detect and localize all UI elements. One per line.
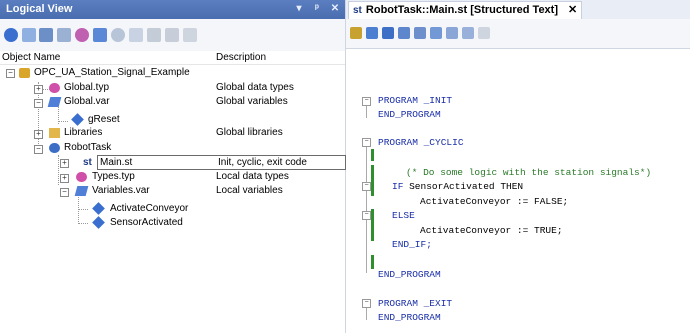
- logical-view-title: Logical View: [6, 3, 73, 15]
- code-line: END_IF;: [392, 239, 432, 250]
- pencil-icon[interactable]: [366, 27, 378, 39]
- tree-desc: Global variables: [216, 96, 288, 107]
- tree-item-global-typ[interactable]: Global.typ: [64, 82, 109, 94]
- tree-desc: Global data types: [216, 82, 294, 93]
- list-icon[interactable]: [57, 28, 71, 42]
- tree-desc: Local variables: [216, 185, 283, 196]
- variable-icon[interactable]: [93, 28, 107, 42]
- editor-info-bar: [346, 48, 690, 70]
- code-line: PROGRAM _EXIT: [378, 298, 453, 309]
- uncomment-icon[interactable]: [430, 27, 442, 39]
- globe-icon[interactable]: [4, 28, 18, 42]
- expand-toggle[interactable]: +: [60, 174, 69, 183]
- st-file-icon: st: [353, 5, 362, 16]
- code-line: END_PROGRAM: [378, 312, 441, 323]
- code-line: PROGRAM _CYCLIC: [378, 137, 464, 148]
- abc-icon[interactable]: [382, 27, 394, 39]
- tools-icon[interactable]: [183, 28, 197, 42]
- close-icon[interactable]: ✕: [329, 2, 341, 15]
- tree-item-activateconveyor[interactable]: ActivateConveyor: [110, 203, 188, 215]
- task-icon: [49, 143, 60, 153]
- expand-toggle[interactable]: +: [34, 130, 43, 139]
- object-icon[interactable]: [111, 28, 125, 42]
- code-line: ActivateConveyor := TRUE;: [420, 225, 563, 236]
- tree-item-global-var[interactable]: Global.var: [64, 96, 110, 108]
- table-icon[interactable]: [39, 28, 53, 42]
- collapse-toggle[interactable]: −: [34, 145, 43, 154]
- change-marker: [371, 209, 374, 241]
- indent-icon[interactable]: [446, 27, 458, 39]
- fold-toggle[interactable]: −: [362, 138, 371, 147]
- tree-desc: Init, cyclic, exit code: [218, 157, 307, 168]
- variable-icon: [71, 113, 84, 126]
- datatype-icon: [76, 172, 87, 182]
- column-description[interactable]: Description: [216, 52, 266, 63]
- grid-icon[interactable]: [22, 28, 36, 42]
- editor-toolbar: [346, 19, 690, 48]
- code-line: END_PROGRAM: [378, 269, 441, 280]
- code-line: SensorActivated THEN: [409, 181, 524, 192]
- change-marker: [371, 255, 374, 269]
- logical-view-toolbar: [0, 19, 345, 52]
- tree-desc: Global libraries: [216, 127, 283, 138]
- change-marker: [371, 149, 374, 161]
- collapse-toggle[interactable]: −: [34, 99, 43, 108]
- tree-item-variables-var[interactable]: Variables.var: [92, 185, 150, 197]
- tree-item-main-st[interactable]: Main.st: [100, 157, 132, 169]
- check-icon[interactable]: [129, 28, 143, 42]
- column-object-name[interactable]: Object Name: [2, 52, 60, 63]
- datatype-icon[interactable]: [75, 28, 89, 42]
- variable-icon: [92, 202, 105, 215]
- change-marker: [371, 165, 374, 196]
- code-line: END_PROGRAM: [378, 109, 441, 120]
- fold-toggle[interactable]: −: [362, 97, 371, 106]
- tree-item-robottask[interactable]: RobotTask: [64, 142, 111, 154]
- declaration-icon[interactable]: [350, 27, 362, 39]
- tree-desc: Local data types: [216, 171, 289, 182]
- column-header: Object Name Description: [0, 51, 345, 65]
- variable-file-icon: [74, 186, 89, 196]
- expand-toggle[interactable]: +: [34, 85, 43, 94]
- expand-toggle[interactable]: +: [60, 159, 69, 168]
- collapse-toggle[interactable]: −: [60, 188, 69, 197]
- variable-icon: [92, 216, 105, 229]
- logical-view-title-bar: Logical View ▾ ᵖ ✕: [0, 0, 345, 19]
- close-tab-icon[interactable]: ✕: [568, 4, 577, 16]
- variable-file-icon: [47, 97, 62, 107]
- code-line: PROGRAM _INIT: [378, 95, 453, 106]
- editor-tab-title: RobotTask::Main.st [Structured Text]: [365, 4, 559, 16]
- code-line: ActivateConveyor := FALSE;: [420, 196, 569, 207]
- editor-tab[interactable]: st RobotTask::Main.st [Structured Text] ✕: [348, 1, 583, 20]
- code-area[interactable]: − − − − − PROGRAM _INIT END_PROGRAM PROG…: [346, 69, 690, 333]
- code-line: (* Do some logic with the station signal…: [406, 167, 652, 178]
- collapse-toggle[interactable]: −: [6, 69, 15, 78]
- package-icon[interactable]: [165, 28, 179, 42]
- editor-panel: st RobotTask::Main.st [Structured Text] ✕ …: [346, 0, 690, 333]
- tree-item-sensoractivated[interactable]: SensorActivated: [110, 217, 183, 229]
- insert-icon[interactable]: [398, 27, 410, 39]
- st-file-icon: st: [83, 157, 92, 168]
- code-line: IF SensorActivated THEN: [392, 181, 524, 192]
- dropdown-icon[interactable]: ▾: [293, 2, 305, 15]
- logical-view-panel: Logical View ▾ ᵖ ✕ Object Name Descripti…: [0, 0, 346, 333]
- editor-tabbar: st RobotTask::Main.st [Structured Text] ✕: [346, 0, 690, 20]
- pin-icon[interactable]: ᵖ: [311, 2, 323, 15]
- fold-toggle[interactable]: −: [362, 182, 371, 191]
- outdent-icon[interactable]: [462, 27, 474, 39]
- fold-toggle[interactable]: −: [362, 211, 371, 220]
- datatype-icon: [49, 83, 60, 93]
- tree-item-project[interactable]: OPC_UA_Station_Signal_Example: [34, 67, 190, 79]
- comment-icon[interactable]: [414, 27, 426, 39]
- code-line: ELSE: [392, 210, 415, 221]
- project-folder-icon: [19, 68, 30, 78]
- folder-icon: [49, 128, 60, 138]
- tree-item-types-typ[interactable]: Types.typ: [92, 171, 135, 183]
- bookmark-icon[interactable]: [478, 27, 490, 39]
- tree-item-greset[interactable]: gReset: [88, 114, 120, 126]
- tree-item-libraries[interactable]: Libraries: [64, 127, 102, 139]
- wand-icon[interactable]: [147, 28, 161, 42]
- fold-toggle[interactable]: −: [362, 299, 371, 308]
